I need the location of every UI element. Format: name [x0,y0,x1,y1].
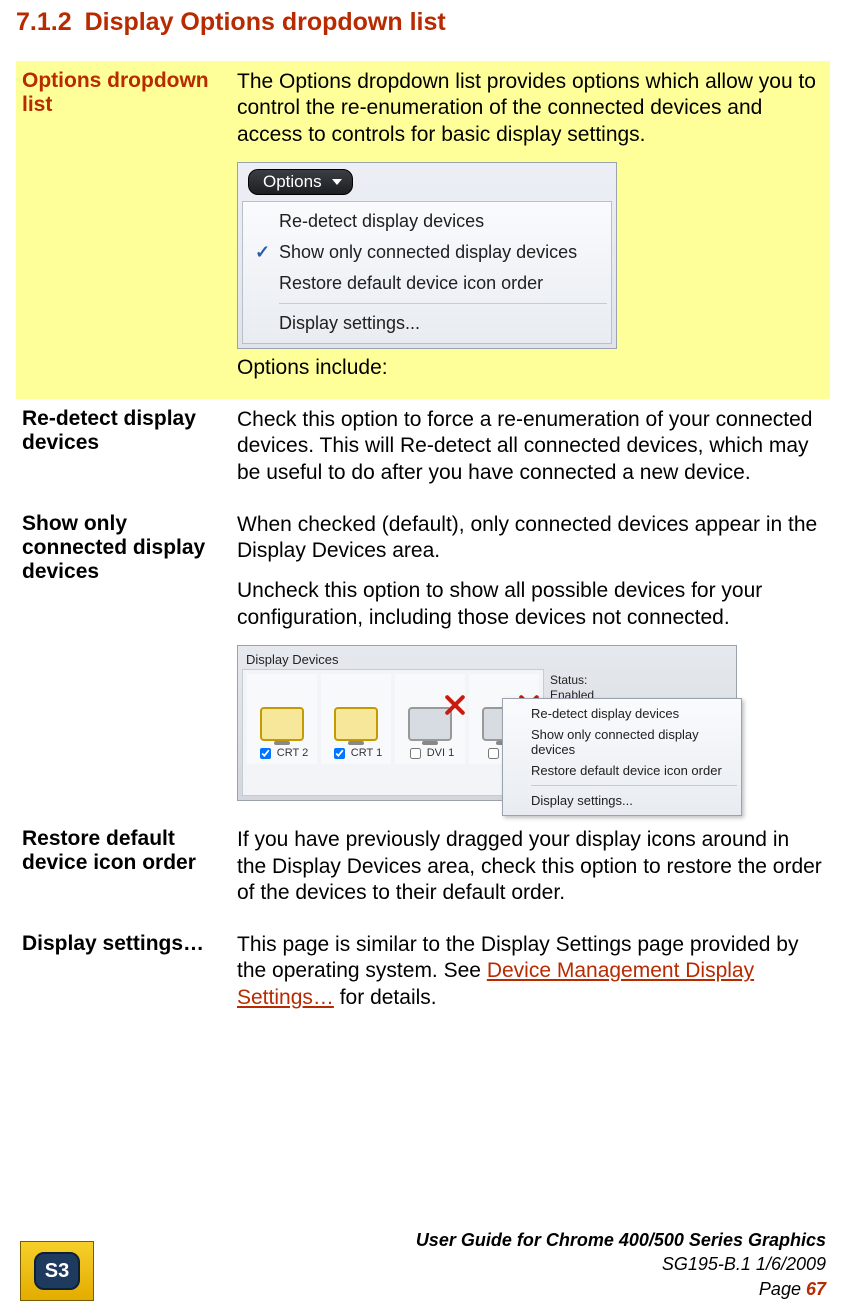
device-slot-crt1[interactable]: CRT 1 [321,674,391,764]
body-redetect: Check this option to force a re-enumerat… [231,399,830,504]
figure-options-button[interactable]: Options [248,169,353,195]
device-slot-dvi1[interactable]: DVI 1 [395,674,465,764]
display-settings-after: for details. [334,986,437,1009]
section-heading: 7.1.2 Display Options dropdown list [16,8,830,37]
menu-item-redetect[interactable]: Re-detect display devices [243,206,611,237]
figure-display-devices: Display Devices CRT 2 [237,645,737,802]
status-title: Status: [550,673,637,689]
menu-separator [279,303,607,304]
device-label-crt1: CRT 1 [351,747,382,759]
device-checkbox-dvi1[interactable]: DVI 1 [406,745,455,762]
label-show-only: Show only connected display devices [16,504,231,820]
submenu-item-show-only[interactable]: Show only connected display devices [503,724,741,760]
s3-logo: S3 [20,1241,94,1301]
options-include-text: Options include: [237,355,824,381]
show-only-p1: When checked (default), only connected d… [237,512,824,565]
device-checkbox-crt2[interactable]: CRT 2 [256,745,308,762]
device-label-crt2: CRT 2 [277,747,308,759]
page-footer: S3 User Guide for Chrome 400/500 Series … [0,1218,846,1315]
show-only-p2: Uncheck this option to show all possible… [237,578,824,631]
section-title-text: Display Options dropdown list [85,8,446,36]
submenu-item-display-settings[interactable]: Display settings... [503,790,741,811]
footer-page-number: 67 [806,1279,826,1299]
row-restore: Restore default device icon order If you… [16,819,830,924]
s3-logo-text: S3 [34,1252,80,1290]
label-display-settings: Display settings… [16,924,231,1029]
devices-options-submenu: Re-detect display devices Show only conn… [502,698,742,816]
footer-text: User Guide for Chrome 400/500 Series Gra… [416,1228,826,1301]
restore-text: If you have previously dragged your disp… [237,827,824,906]
row-show-only: Show only connected display devices When… [16,504,830,820]
monitor-icon [260,707,304,741]
checkbox-crt1-input[interactable] [334,748,345,759]
row-redetect: Re-detect display devices Check this opt… [16,399,830,504]
label-options-dropdown: Options dropdown list [16,61,231,399]
content-table: Options dropdown list The Options dropdo… [16,61,830,1029]
body-restore: If you have previously dragged your disp… [231,819,830,924]
footer-doc-title: User Guide for Chrome 400/500 Series Gra… [416,1228,826,1252]
display-settings-text: This page is similar to the Display Sett… [237,932,824,1011]
figure-options-dropdown: Options Re-detect display devices Show o… [237,162,617,349]
body-options-dropdown: The Options dropdown list provides optio… [231,61,830,399]
checkbox-dvi1-input[interactable] [410,748,421,759]
redetect-text: Check this option to force a re-enumerat… [237,407,824,486]
menu-item-show-only[interactable]: Show only connected display devices [243,237,611,268]
device-label-dvi1: DVI 1 [427,747,455,759]
footer-doc-info: SG195-B.1 1/6/2009 [416,1252,826,1276]
submenu-separator [531,785,737,786]
menu-item-restore[interactable]: Restore default device icon order [243,268,611,299]
monitor-icon [334,707,378,741]
devices-header: Display Devices [242,650,732,669]
checkbox-sec-input[interactable] [488,748,499,759]
devices-iconrow: CRT 2 CRT 1 [242,669,544,797]
label-redetect: Re-detect display devices [16,399,231,504]
label-restore: Restore default device icon order [16,819,231,924]
section-number: 7.1.2 [16,8,72,36]
footer-page-label: Page [759,1279,806,1299]
figure-options-button-label: Options [263,172,322,192]
row-display-settings: Display settings… This page is similar t… [16,924,830,1029]
chevron-down-icon [332,179,342,185]
body-display-settings: This page is similar to the Display Sett… [231,924,830,1029]
device-checkbox-crt1[interactable]: CRT 1 [330,745,382,762]
checkbox-crt2-input[interactable] [260,748,271,759]
submenu-item-redetect[interactable]: Re-detect display devices [503,703,741,724]
footer-page: Page 67 [416,1277,826,1301]
menu-item-display-settings[interactable]: Display settings... [243,308,611,339]
figure-options-menu: Re-detect display devices Show only conn… [242,201,612,344]
row-options-dropdown: Options dropdown list The Options dropdo… [16,61,830,399]
submenu-item-restore[interactable]: Restore default device icon order [503,760,741,781]
options-dropdown-intro: The Options dropdown list provides optio… [237,69,824,148]
device-slot-crt2[interactable]: CRT 2 [247,674,317,764]
body-show-only: When checked (default), only connected d… [231,504,830,820]
